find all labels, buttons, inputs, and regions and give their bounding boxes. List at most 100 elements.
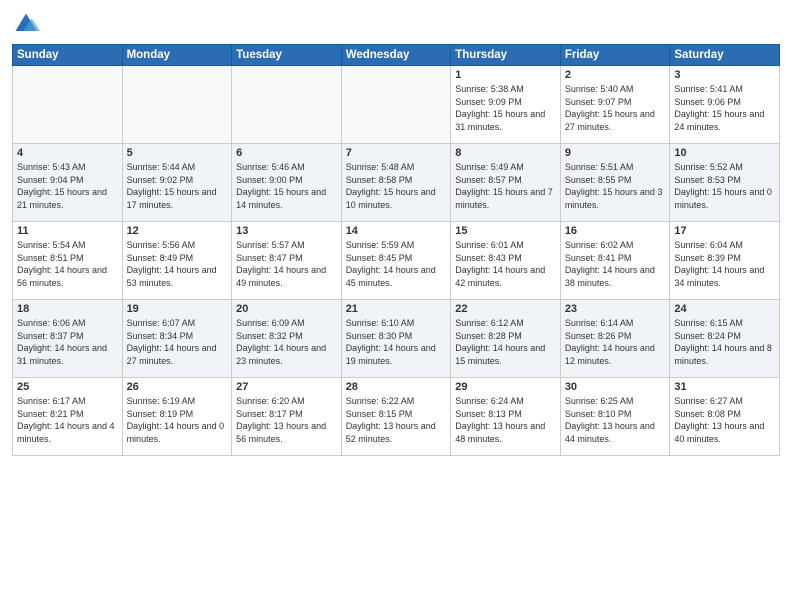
page-header <box>12 10 780 38</box>
logo-icon <box>12 10 40 38</box>
day-number: 22 <box>455 303 556 315</box>
calendar-table: SundayMondayTuesdayWednesdayThursdayFrid… <box>12 44 780 456</box>
calendar-day-cell <box>13 66 123 144</box>
day-number: 19 <box>127 303 228 315</box>
day-number: 30 <box>565 381 666 393</box>
day-info: Sunrise: 5:57 AM Sunset: 8:47 PM Dayligh… <box>236 239 337 289</box>
day-info: Sunrise: 6:25 AM Sunset: 8:10 PM Dayligh… <box>565 395 666 445</box>
calendar-day-cell: 2 Sunrise: 5:40 AM Sunset: 9:07 PM Daylig… <box>560 66 670 144</box>
calendar-day-cell: 25 Sunrise: 6:17 AM Sunset: 8:21 PM Dayli… <box>13 378 123 456</box>
calendar-day-cell: 19 Sunrise: 6:07 AM Sunset: 8:34 PM Dayli… <box>122 300 232 378</box>
day-number: 27 <box>236 381 337 393</box>
day-info: Sunrise: 5:40 AM Sunset: 9:07 PM Dayligh… <box>565 83 666 133</box>
day-info: Sunrise: 6:19 AM Sunset: 8:19 PM Dayligh… <box>127 395 228 445</box>
day-info: Sunrise: 6:17 AM Sunset: 8:21 PM Dayligh… <box>17 395 118 445</box>
calendar-day-cell: 12 Sunrise: 5:56 AM Sunset: 8:49 PM Dayli… <box>122 222 232 300</box>
calendar-day-header: Monday <box>122 45 232 66</box>
day-number: 12 <box>127 225 228 237</box>
day-info: Sunrise: 5:44 AM Sunset: 9:02 PM Dayligh… <box>127 161 228 211</box>
day-info: Sunrise: 5:52 AM Sunset: 8:53 PM Dayligh… <box>674 161 775 211</box>
day-info: Sunrise: 5:48 AM Sunset: 8:58 PM Dayligh… <box>346 161 447 211</box>
day-number: 14 <box>346 225 447 237</box>
day-number: 18 <box>17 303 118 315</box>
calendar-week-row: 1 Sunrise: 5:38 AM Sunset: 9:09 PM Daylig… <box>13 66 780 144</box>
calendar-day-cell: 10 Sunrise: 5:52 AM Sunset: 8:53 PM Dayli… <box>670 144 780 222</box>
day-info: Sunrise: 6:22 AM Sunset: 8:15 PM Dayligh… <box>346 395 447 445</box>
calendar-day-cell: 18 Sunrise: 6:06 AM Sunset: 8:37 PM Dayli… <box>13 300 123 378</box>
calendar-day-cell: 26 Sunrise: 6:19 AM Sunset: 8:19 PM Dayli… <box>122 378 232 456</box>
logo <box>12 10 44 38</box>
calendar-header-row: SundayMondayTuesdayWednesdayThursdayFrid… <box>13 45 780 66</box>
day-info: Sunrise: 6:15 AM Sunset: 8:24 PM Dayligh… <box>674 317 775 367</box>
calendar-day-cell: 13 Sunrise: 5:57 AM Sunset: 8:47 PM Dayli… <box>232 222 342 300</box>
day-number: 4 <box>17 147 118 159</box>
day-number: 29 <box>455 381 556 393</box>
calendar-week-row: 4 Sunrise: 5:43 AM Sunset: 9:04 PM Daylig… <box>13 144 780 222</box>
calendar-day-cell <box>341 66 451 144</box>
day-info: Sunrise: 5:56 AM Sunset: 8:49 PM Dayligh… <box>127 239 228 289</box>
day-info: Sunrise: 6:20 AM Sunset: 8:17 PM Dayligh… <box>236 395 337 445</box>
calendar-day-cell: 4 Sunrise: 5:43 AM Sunset: 9:04 PM Daylig… <box>13 144 123 222</box>
calendar-week-row: 18 Sunrise: 6:06 AM Sunset: 8:37 PM Dayli… <box>13 300 780 378</box>
calendar-day-cell: 6 Sunrise: 5:46 AM Sunset: 9:00 PM Daylig… <box>232 144 342 222</box>
calendar-day-cell: 17 Sunrise: 6:04 AM Sunset: 8:39 PM Dayli… <box>670 222 780 300</box>
calendar-day-cell: 16Sunrise: 6:02 AM Sunset: 8:41 PM Dayli… <box>560 222 670 300</box>
calendar-day-cell: 7Sunrise: 5:48 AM Sunset: 8:58 PM Daylig… <box>341 144 451 222</box>
day-info: Sunrise: 6:07 AM Sunset: 8:34 PM Dayligh… <box>127 317 228 367</box>
day-info: Sunrise: 6:24 AM Sunset: 8:13 PM Dayligh… <box>455 395 556 445</box>
calendar-day-cell: 21Sunrise: 6:10 AM Sunset: 8:30 PM Dayli… <box>341 300 451 378</box>
day-number: 6 <box>236 147 337 159</box>
day-number: 21 <box>346 303 447 315</box>
calendar-week-row: 25 Sunrise: 6:17 AM Sunset: 8:21 PM Dayli… <box>13 378 780 456</box>
calendar-day-cell: 11 Sunrise: 5:54 AM Sunset: 8:51 PM Dayli… <box>13 222 123 300</box>
calendar-day-cell: 22Sunrise: 6:12 AM Sunset: 8:28 PM Dayli… <box>451 300 561 378</box>
day-number: 24 <box>674 303 775 315</box>
calendar-day-cell: 20Sunrise: 6:09 AM Sunset: 8:32 PM Dayli… <box>232 300 342 378</box>
page-container: SundayMondayTuesdayWednesdayThursdayFrid… <box>0 0 792 612</box>
calendar-day-cell <box>232 66 342 144</box>
calendar-day-cell <box>122 66 232 144</box>
day-info: Sunrise: 5:49 AM Sunset: 8:57 PM Dayligh… <box>455 161 556 211</box>
calendar-day-cell: 30 Sunrise: 6:25 AM Sunset: 8:10 PM Dayli… <box>560 378 670 456</box>
calendar-day-cell: 15Sunrise: 6:01 AM Sunset: 8:43 PM Dayli… <box>451 222 561 300</box>
calendar-day-cell: 5 Sunrise: 5:44 AM Sunset: 9:02 PM Daylig… <box>122 144 232 222</box>
calendar-day-header: Wednesday <box>341 45 451 66</box>
day-number: 5 <box>127 147 228 159</box>
day-info: Sunrise: 6:27 AM Sunset: 8:08 PM Dayligh… <box>674 395 775 445</box>
day-number: 28 <box>346 381 447 393</box>
calendar-day-cell: 23 Sunrise: 6:14 AM Sunset: 8:26 PM Dayli… <box>560 300 670 378</box>
day-info: Sunrise: 6:01 AM Sunset: 8:43 PM Dayligh… <box>455 239 556 289</box>
day-number: 13 <box>236 225 337 237</box>
day-info: Sunrise: 6:06 AM Sunset: 8:37 PM Dayligh… <box>17 317 118 367</box>
day-number: 2 <box>565 69 666 81</box>
calendar-day-cell: 27 Sunrise: 6:20 AM Sunset: 8:17 PM Dayli… <box>232 378 342 456</box>
day-info: Sunrise: 6:09 AM Sunset: 8:32 PM Dayligh… <box>236 317 337 367</box>
day-info: Sunrise: 5:38 AM Sunset: 9:09 PM Dayligh… <box>455 83 556 133</box>
calendar-day-cell: 8Sunrise: 5:49 AM Sunset: 8:57 PM Daylig… <box>451 144 561 222</box>
day-number: 25 <box>17 381 118 393</box>
calendar-day-cell: 3Sunrise: 5:41 AM Sunset: 9:06 PM Daylig… <box>670 66 780 144</box>
day-info: Sunrise: 5:43 AM Sunset: 9:04 PM Dayligh… <box>17 161 118 211</box>
calendar-day-header: Sunday <box>13 45 123 66</box>
day-info: Sunrise: 5:51 AM Sunset: 8:55 PM Dayligh… <box>565 161 666 211</box>
day-info: Sunrise: 5:54 AM Sunset: 8:51 PM Dayligh… <box>17 239 118 289</box>
day-number: 1 <box>455 69 556 81</box>
day-number: 17 <box>674 225 775 237</box>
calendar-day-cell: 9Sunrise: 5:51 AM Sunset: 8:55 PM Daylig… <box>560 144 670 222</box>
day-info: Sunrise: 6:14 AM Sunset: 8:26 PM Dayligh… <box>565 317 666 367</box>
calendar-day-cell: 28 Sunrise: 6:22 AM Sunset: 8:15 PM Dayli… <box>341 378 451 456</box>
day-number: 11 <box>17 225 118 237</box>
calendar-day-cell: 31Sunrise: 6:27 AM Sunset: 8:08 PM Dayli… <box>670 378 780 456</box>
calendar-day-header: Saturday <box>670 45 780 66</box>
day-number: 10 <box>674 147 775 159</box>
day-number: 23 <box>565 303 666 315</box>
day-info: Sunrise: 6:04 AM Sunset: 8:39 PM Dayligh… <box>674 239 775 289</box>
calendar-day-header: Friday <box>560 45 670 66</box>
calendar-day-cell: 14 Sunrise: 5:59 AM Sunset: 8:45 PM Dayli… <box>341 222 451 300</box>
calendar-day-header: Thursday <box>451 45 561 66</box>
day-info: Sunrise: 5:46 AM Sunset: 9:00 PM Dayligh… <box>236 161 337 211</box>
calendar-day-cell: 1 Sunrise: 5:38 AM Sunset: 9:09 PM Daylig… <box>451 66 561 144</box>
day-info: Sunrise: 5:59 AM Sunset: 8:45 PM Dayligh… <box>346 239 447 289</box>
day-number: 26 <box>127 381 228 393</box>
calendar-day-cell: 24 Sunrise: 6:15 AM Sunset: 8:24 PM Dayli… <box>670 300 780 378</box>
